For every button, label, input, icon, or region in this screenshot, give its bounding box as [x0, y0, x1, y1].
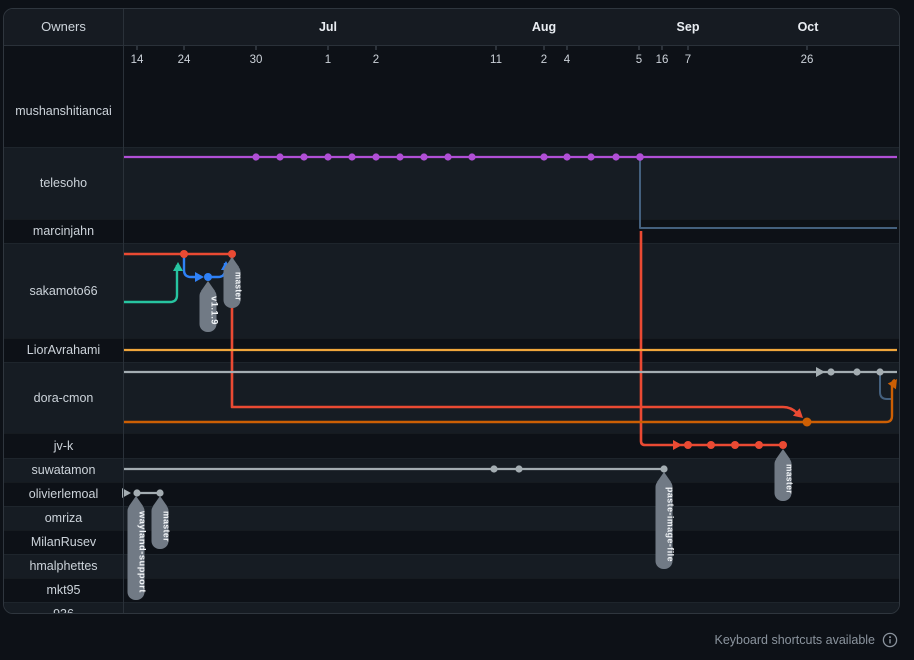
owners-column-header: Owners [4, 9, 123, 45]
keyboard-shortcuts-label: Keyboard shortcuts available [714, 633, 875, 647]
month-label: Oct [798, 9, 819, 45]
merge-arrow [816, 367, 825, 377]
commit-dot[interactable] [876, 368, 883, 375]
commit-dot[interactable] [276, 153, 283, 160]
branch-tag-label: master [162, 511, 172, 542]
timeline-header: Owners Jul Aug Sep Oct [4, 9, 899, 46]
month-label: Aug [532, 9, 556, 45]
branch-tag-label: v1.1.9 [210, 296, 220, 325]
commit-dot[interactable] [324, 153, 331, 160]
network-graph-panel: master v1.1.9 master paste-image-file waylan… [3, 8, 900, 614]
commit-dot[interactable] [779, 441, 787, 449]
branch-line [124, 380, 895, 422]
commit-dot[interactable] [228, 250, 236, 258]
merge-arrow [173, 262, 183, 271]
commit-dot[interactable] [300, 153, 307, 160]
commit-dot[interactable] [468, 153, 475, 160]
commit-dot[interactable] [684, 441, 692, 449]
branch-tag-label: master [234, 272, 244, 301]
commit-dot[interactable] [827, 368, 834, 375]
branch-line [640, 158, 897, 228]
branch-tag-label: master [785, 464, 795, 494]
commit-dot[interactable] [636, 153, 644, 161]
commit-dot[interactable] [372, 153, 379, 160]
commit-dot[interactable] [853, 368, 860, 375]
commit-dot[interactable] [612, 153, 619, 160]
month-label: Sep [677, 9, 700, 45]
commit-dot[interactable] [490, 465, 497, 472]
commit-dot[interactable] [563, 153, 570, 160]
commit-dot[interactable] [587, 153, 594, 160]
merge-arrow [195, 272, 204, 282]
commit-dot[interactable] [252, 153, 259, 160]
branch-line [184, 256, 225, 277]
info-icon[interactable] [882, 632, 898, 648]
commit-dot[interactable] [731, 441, 739, 449]
merge-arrow [673, 440, 682, 450]
merge-arrow [888, 376, 899, 389]
commit-dot[interactable] [420, 153, 427, 160]
branch-line [641, 231, 783, 445]
commit-dot[interactable] [540, 153, 547, 160]
commit-dot[interactable] [803, 418, 812, 427]
commit-dot[interactable] [133, 489, 140, 496]
month-label: Jul [319, 9, 337, 45]
branch-tag-label: wayland-support [138, 510, 148, 593]
keyboard-shortcuts-hint[interactable]: Keyboard shortcuts available [714, 631, 898, 649]
commit-dot[interactable] [444, 153, 451, 160]
branch-tag-label: paste-image-file [666, 487, 676, 562]
commit-dot[interactable] [515, 465, 522, 472]
commit-dot[interactable] [707, 441, 715, 449]
commit-dot[interactable] [755, 441, 763, 449]
commit-dot[interactable] [180, 250, 188, 258]
branch-line [880, 374, 892, 399]
owners-column-divider [123, 9, 124, 613]
branch-line [124, 265, 177, 302]
commit-dot[interactable] [348, 153, 355, 160]
commit-dot[interactable] [396, 153, 403, 160]
commit-dot[interactable] [660, 465, 667, 472]
commit-dot[interactable] [156, 489, 163, 496]
commit-dot[interactable] [204, 273, 212, 281]
commit-network-graph: master v1.1.9 master paste-image-file waylan… [4, 9, 899, 613]
